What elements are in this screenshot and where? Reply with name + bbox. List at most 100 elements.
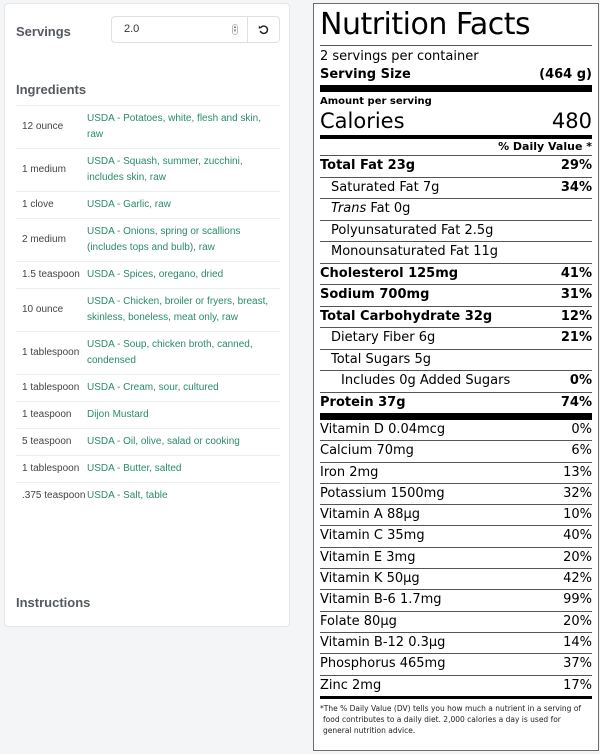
nutrient-label: Protein 37g: [320, 394, 406, 410]
ingredient-row: 5 teaspoon USDA - Oil, olive, salad or co…: [16, 429, 280, 456]
ingredient-link[interactable]: USDA - Onions, spring or scallions (incl…: [87, 224, 280, 256]
footnote-line: general nutrition advice.: [323, 725, 416, 735]
instructions-title: Instructions: [16, 595, 91, 610]
nutrient-daily-value: 21%: [560, 330, 592, 345]
serving-size: Serving Size (464 g): [320, 66, 592, 92]
ingredient-row: 2 medium USDA - Onions, spring or scallio…: [16, 219, 280, 262]
vitamin-row: Folate 80µg 20%: [320, 612, 592, 633]
nutrient-label: Total Carbohydrate 32g: [320, 308, 493, 324]
nutrient-daily-value: 0%: [569, 373, 592, 388]
vitamin-row: Vitamin B-6 1.7mg 99%: [320, 590, 592, 612]
vitamin-row: Calcium 70mg 6%: [320, 441, 592, 463]
nutrient-row: Total Fat 23g 29%: [320, 156, 592, 178]
ingredient-link[interactable]: USDA - Soup, chicken broth, canned, cond…: [87, 337, 280, 369]
vitamin-label: Zinc 2mg: [320, 677, 382, 693]
vitamin-daily-value: 10%: [563, 507, 592, 523]
ingredient-quantity: 2 medium: [22, 234, 66, 245]
nutrient-row: Trans Fat 0g: [320, 199, 592, 221]
nutrient-daily-value: 41%: [560, 265, 592, 281]
ingredient-quantity: 1 medium: [22, 164, 66, 175]
vitamin-daily-value: 37%: [563, 656, 592, 672]
ingredient-quantity: .375 teaspoon: [22, 490, 86, 501]
nutrient-list: Total Fat 23g 29% Saturated Fat 7g 34% Trans…: [320, 156, 592, 420]
nutrient-daily-value: 29%: [560, 158, 592, 173]
ingredients-table: 12 ounce USDA - Potatoes, white, flesh an…: [16, 105, 280, 509]
nutrient-daily-value: 31%: [560, 287, 592, 302]
servings-input[interactable]: 2.0 ▴ ▾: [111, 16, 247, 43]
footnote-line: *The % Daily Value (DV) tells you how mu…: [320, 703, 582, 713]
vitamin-label: Iron 2mg: [320, 464, 379, 480]
nutrient-label-rest: Fat 0g: [366, 201, 411, 216]
ingredient-link[interactable]: USDA - Spices, oregano, dried: [87, 267, 280, 283]
calories-value: 480: [551, 109, 592, 133]
vitamin-row: Iron 2mg 13%: [320, 463, 592, 484]
nutrition-title: Nutrition Facts: [320, 5, 592, 46]
nutrient-daily-value: 12%: [560, 308, 592, 324]
ingredient-quantity: 1.5 teaspoon: [22, 269, 80, 280]
ingredient-row: 12 ounce USDA - Potatoes, white, flesh an…: [16, 106, 280, 149]
nutrient-row: Dietary Fiber 6g 21%: [320, 328, 592, 350]
ingredient-link[interactable]: USDA - Cream, sour, cultured: [87, 380, 280, 396]
nutrient-label: Total Fat 23g: [320, 158, 416, 173]
vitamin-label: Vitamin B-12 0.3µg: [320, 634, 446, 650]
ingredient-link[interactable]: USDA - Squash, summer, zucchini, include…: [87, 154, 280, 186]
nutrient-row: Polyunsaturated Fat 2.5g: [320, 221, 592, 242]
nutrient-row: Saturated Fat 7g 34%: [320, 178, 592, 199]
ingredient-row: 1 clove USDA - Garlic, raw: [16, 192, 280, 219]
nutrition-facts-label: Nutrition Facts 2 servings per container…: [313, 3, 599, 751]
vitamin-label: Vitamin A 88µg: [320, 507, 421, 523]
nutrient-row: Monounsaturated Fat 11g: [320, 242, 592, 264]
servings-label: Servings: [16, 24, 71, 39]
nutrient-label: Monounsaturated Fat 11g: [331, 244, 498, 259]
ingredient-link[interactable]: Dijon Mustard: [87, 407, 280, 423]
reset-icon: [258, 25, 269, 35]
vitamin-row: Zinc 2mg 17%: [320, 676, 592, 699]
ingredient-row: 1.5 teaspoon USDA - Spices, oregano, drie…: [16, 262, 280, 289]
vitamin-row: Vitamin C 35mg 40%: [320, 526, 592, 548]
ingredient-row: 1 tablespoon USDA - Butter, salted: [16, 456, 280, 483]
vitamin-row: Vitamin E 3mg 20%: [320, 548, 592, 570]
serving-size-label: Serving Size: [320, 67, 411, 82]
vitamin-daily-value: 32%: [563, 485, 592, 501]
reset-servings-button[interactable]: [247, 16, 280, 43]
ingredient-link[interactable]: USDA - Oil, olive, salad or cooking: [87, 434, 280, 450]
ingredient-row: 1 teaspoon Dijon Mustard: [16, 402, 280, 429]
nutrient-label: Trans Fat 0g: [320, 199, 410, 220]
vitamin-daily-value: 99%: [563, 592, 592, 608]
nutrient-row: Protein 37g 74%: [320, 393, 592, 420]
vitamin-label: Calcium 70mg: [320, 443, 414, 459]
ingredient-row: 1 tablespoon USDA - Cream, sour, cultured: [16, 375, 280, 402]
ingredients-title: Ingredients: [16, 82, 87, 97]
ingredient-quantity: 1 tablespoon: [22, 463, 80, 474]
nutrient-daily-value: 34%: [560, 179, 592, 195]
ingredient-row: 10 ounce USDA - Chicken, broiler or fryer…: [16, 289, 280, 332]
ingredient-row: 1 tablespoon USDA - Soup, chicken broth, …: [16, 332, 280, 375]
vitamin-daily-value: 20%: [563, 549, 592, 565]
vitamin-label: Vitamin K 50µg: [320, 571, 420, 587]
vitamin-label: Phosphorus 465mg: [320, 656, 446, 672]
ingredient-row: .375 teaspoon USDA - Salt, table: [16, 483, 280, 509]
ingredient-quantity: 5 teaspoon: [22, 436, 72, 447]
vitamin-label: Folate 80µg: [320, 613, 397, 629]
vitamin-daily-value: 6%: [571, 443, 592, 459]
ingredient-link[interactable]: USDA - Potatoes, white, flesh and skin, …: [87, 111, 280, 143]
nutrient-label: Total Sugars 5g: [331, 351, 431, 367]
vitamin-row: Vitamin D 0.04mcg 0%: [320, 420, 592, 442]
ingredient-quantity: 12 ounce: [22, 121, 64, 132]
servings-per-container: 2 servings per container: [320, 49, 479, 64]
nutrient-row: Cholesterol 125mg 41%: [320, 264, 592, 285]
ingredient-link[interactable]: USDA - Butter, salted: [87, 461, 280, 477]
nutrient-label-italic: Trans: [331, 201, 367, 216]
vitamin-label: Vitamin D 0.04mcg: [320, 422, 446, 437]
ingredient-link[interactable]: USDA - Chicken, broiler or fryers, breas…: [87, 294, 280, 326]
vitamin-daily-value: 42%: [563, 571, 592, 587]
vitamin-row: Vitamin K 50µg 42%: [320, 569, 592, 591]
ingredient-quantity: 1 tablespoon: [22, 347, 80, 358]
vitamin-daily-value: 20%: [563, 613, 592, 629]
servings-value[interactable]: 2.0: [124, 23, 139, 35]
spinner-icon[interactable]: ▴ ▾: [232, 24, 238, 35]
vitamin-row: Vitamin A 88µg 10%: [320, 505, 592, 527]
ingredient-link[interactable]: USDA - Salt, table: [87, 488, 280, 504]
calories-label: Calories: [320, 109, 405, 133]
ingredient-link[interactable]: USDA - Garlic, raw: [87, 197, 280, 213]
